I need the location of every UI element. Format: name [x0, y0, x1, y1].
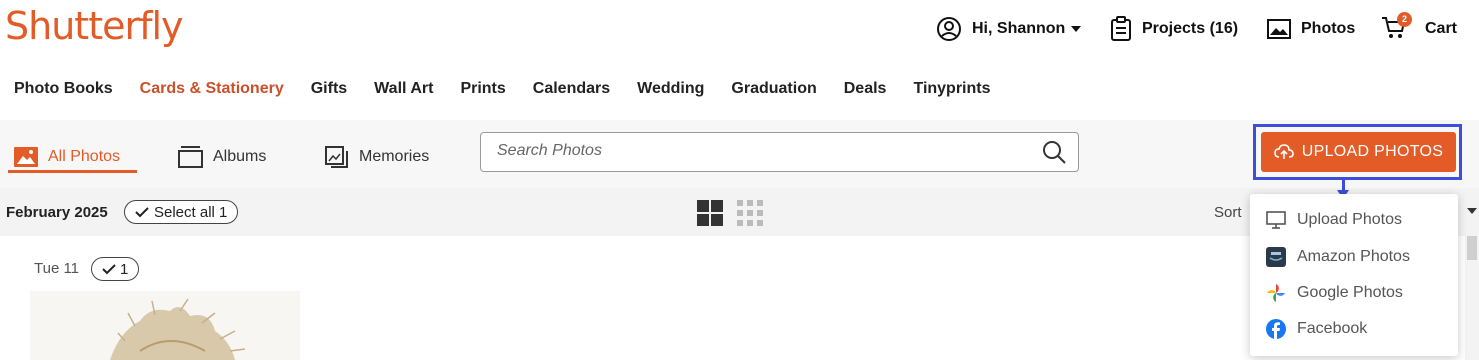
nav-item-graduation[interactable]: Graduation — [717, 70, 829, 108]
day-select-button[interactable]: 1 — [91, 257, 140, 281]
menu-item-google-photos[interactable]: Google Photos — [1266, 281, 1403, 305]
day-label: Tue 11 — [34, 260, 80, 277]
facebook-icon — [1266, 319, 1286, 339]
projects-label: Projects (16) — [1142, 20, 1239, 37]
photo-image — [30, 291, 300, 360]
menu-item-facebook[interactable]: Facebook — [1266, 317, 1367, 341]
search-icon[interactable] — [1042, 140, 1066, 164]
day-count-label: 1 — [120, 260, 129, 278]
tab-all-photos[interactable]: All Photos — [14, 140, 120, 174]
menu-item-facebook-label: Facebook — [1297, 320, 1368, 337]
clipboard-icon — [1111, 16, 1131, 41]
google-photos-icon — [1267, 284, 1285, 302]
tab-memories-label: Memories — [359, 148, 430, 165]
menu-item-upload-photos[interactable]: Upload Photos — [1266, 208, 1402, 232]
search-input[interactable] — [497, 142, 1017, 160]
chevron-down-icon — [1071, 26, 1082, 32]
select-all-button[interactable]: Select all 1 — [124, 200, 239, 224]
menu-item-google-photos-label: Google Photos — [1297, 284, 1403, 301]
nav-item-deals[interactable]: Deals — [830, 70, 900, 108]
nav-item-calendars[interactable]: Calendars — [519, 70, 623, 108]
upload-photos-button[interactable]: UPLOAD PHOTOS — [1261, 132, 1456, 172]
main-nav: Photo Books Cards & Stationery Gifts Wal… — [0, 70, 1004, 108]
small-grid-view-icon[interactable] — [737, 200, 763, 226]
cart-link[interactable]: 2 Cart — [1381, 11, 1458, 44]
photo-thumbnail[interactable] — [30, 291, 300, 360]
photos-toolbar: All Photos Albums Memories UPLOAD PHOTO — [0, 120, 1479, 188]
sort-label[interactable]: Sort — [1214, 204, 1242, 221]
tab-all-photos-label: All Photos — [48, 148, 121, 165]
site-header: Shutterfly Hi, Shannon Projects (16) Pho… — [0, 0, 1479, 62]
image-icon — [1267, 19, 1291, 39]
scrollbar-thumb[interactable] — [1467, 236, 1477, 260]
tab-albums-label: Albums — [213, 148, 267, 165]
tab-albums[interactable]: Albums — [178, 140, 266, 174]
menu-item-amazon-photos[interactable]: Amazon Photos — [1266, 245, 1410, 269]
nav-item-gifts[interactable]: Gifts — [297, 70, 360, 108]
nav-item-wall-art[interactable]: Wall Art — [360, 70, 446, 108]
shutterfly-logo[interactable]: Shutterfly — [5, 4, 184, 48]
check-icon — [102, 263, 116, 274]
account-menu[interactable]: Hi, Shannon — [936, 14, 1082, 44]
nav-item-wedding[interactable]: Wedding — [623, 70, 717, 108]
tab-memories[interactable]: Memories — [325, 140, 429, 174]
photos-link[interactable]: Photos — [1267, 14, 1355, 44]
amazon-photos-icon — [1266, 247, 1286, 267]
select-all-label: Select all 1 — [154, 203, 228, 221]
upload-photos-label: UPLOAD PHOTOS — [1301, 143, 1444, 160]
menu-item-amazon-photos-label: Amazon Photos — [1297, 248, 1410, 265]
menu-item-upload-photos-label: Upload Photos — [1297, 211, 1402, 228]
photos-label: Photos — [1301, 20, 1356, 37]
cart-label: Cart — [1425, 20, 1458, 37]
user-icon — [937, 17, 961, 41]
large-grid-view-icon[interactable] — [697, 200, 723, 226]
sort-chevron-icon[interactable] — [1467, 208, 1477, 214]
album-icon — [178, 146, 203, 168]
nav-item-photo-books[interactable]: Photo Books — [0, 70, 126, 108]
nav-item-prints[interactable]: Prints — [446, 70, 518, 108]
check-icon — [135, 206, 149, 217]
memories-icon — [325, 146, 348, 168]
monitor-icon — [1266, 211, 1286, 229]
cart-count-badge: 2 — [1397, 11, 1412, 27]
image-icon — [14, 147, 38, 167]
account-label: Hi, Shannon — [972, 20, 1066, 37]
upload-source-menu: Upload Photos Amazon Photos Google Photo… — [1250, 194, 1458, 356]
nav-item-cards-stationery[interactable]: Cards & Stationery — [126, 70, 297, 108]
active-tab-indicator — [8, 170, 137, 173]
projects-link[interactable]: Projects (16) — [1110, 14, 1238, 44]
nav-item-tinyprints[interactable]: Tinyprints — [899, 70, 1003, 108]
search-box — [480, 132, 1079, 172]
month-label: February 2025 — [6, 204, 108, 221]
cloud-upload-icon — [1273, 144, 1294, 159]
